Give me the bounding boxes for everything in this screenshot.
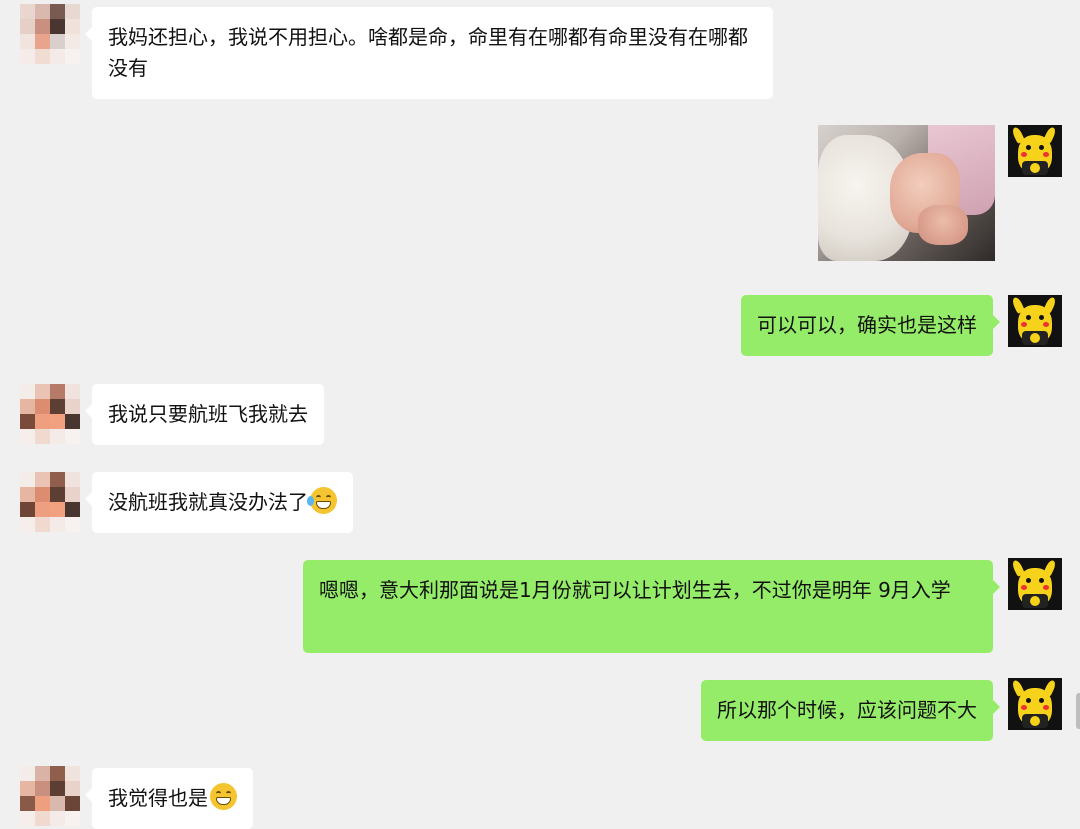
my-avatar[interactable] <box>1008 295 1062 347</box>
contact-avatar[interactable] <box>20 766 80 826</box>
outgoing-message[interactable]: 嗯嗯，意大利那面说是1月份就可以让计划生去，不过你是明年 9月入学 <box>303 560 1000 653</box>
scrollbar-thumb[interactable] <box>1076 693 1080 729</box>
outgoing-message[interactable]: 所以那个时候，应该问题不大 <box>701 680 1000 741</box>
message-text: 我妈还担心，我说不用担心。啥都是命，命里有在哪都有命里没有在哪都没有 <box>108 25 748 80</box>
contact-avatar[interactable] <box>20 472 80 532</box>
contact-avatar[interactable] <box>20 384 80 444</box>
my-avatar[interactable] <box>1008 558 1062 610</box>
pikachu-avatar-icon <box>1008 125 1062 177</box>
outgoing-photo[interactable] <box>818 125 995 261</box>
message-text: 可以可以，确实也是这样 <box>757 313 977 337</box>
incoming-message[interactable]: 我觉得也是 <box>85 768 253 829</box>
pikachu-avatar-icon <box>1008 678 1062 730</box>
message-text: 嗯嗯，意大利那面说是1月份就可以让计划生去，不过你是明年 9月入学 <box>319 578 951 602</box>
incoming-message[interactable]: 我说只要航班飞我就去 <box>85 384 324 445</box>
message-text: 我说只要航班飞我就去 <box>108 402 308 426</box>
message-text: 我觉得也是 <box>108 786 208 810</box>
grin-emoji-icon <box>210 783 237 810</box>
my-avatar[interactable] <box>1008 125 1062 177</box>
outgoing-message[interactable]: 可以可以，确实也是这样 <box>741 295 1000 356</box>
incoming-message[interactable]: 我妈还担心，我说不用担心。啥都是命，命里有在哪都有命里没有在哪都没有 <box>85 7 773 99</box>
pikachu-avatar-icon <box>1008 558 1062 610</box>
laugh-tear-emoji-icon <box>307 487 337 514</box>
incoming-message[interactable]: 没航班我就真没办法了 <box>85 472 353 533</box>
pikachu-avatar-icon <box>1008 295 1062 347</box>
my-avatar[interactable] <box>1008 678 1062 730</box>
message-text: 没航班我就真没办法了 <box>108 490 308 514</box>
message-text: 所以那个时候，应该问题不大 <box>717 698 977 722</box>
photo-hand <box>918 205 968 245</box>
contact-avatar[interactable] <box>20 4 80 64</box>
